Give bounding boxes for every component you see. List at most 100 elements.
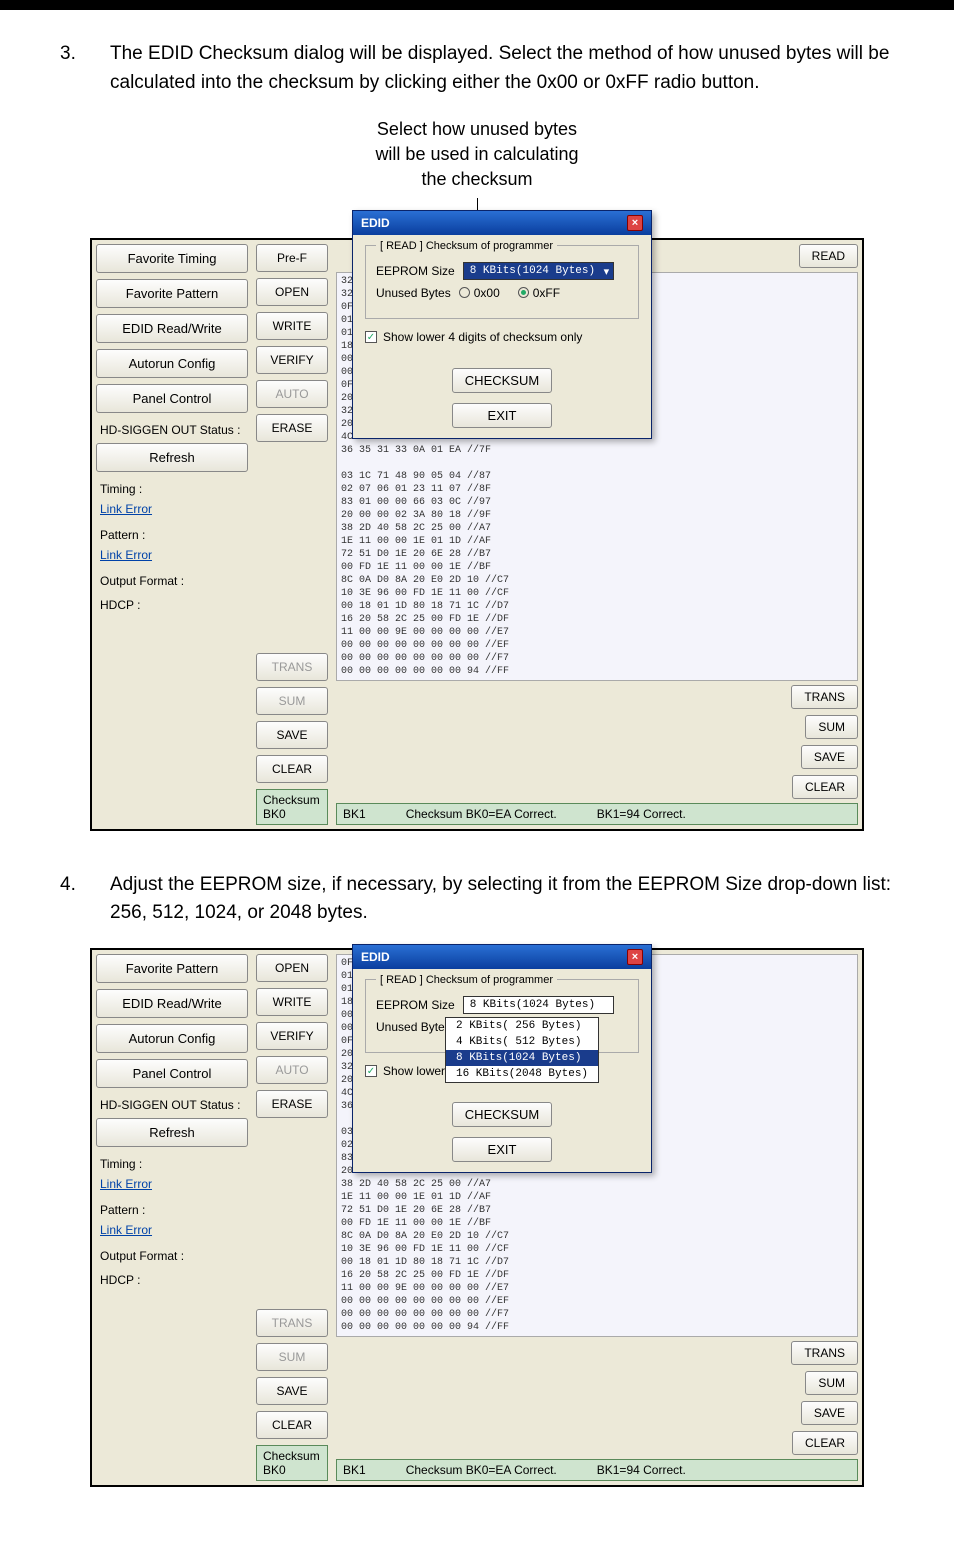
top-border xyxy=(0,0,954,10)
exit-button-2[interactable]: EXIT xyxy=(452,1137,552,1162)
save-button-mid-2[interactable]: SAVE xyxy=(256,1377,328,1405)
caption-line-3: the checksum xyxy=(60,167,894,192)
dropdown-option-256[interactable]: 2 KBits( 256 Bytes) xyxy=(446,1018,598,1034)
status-bk1-label-2: BK1 xyxy=(343,1463,366,1477)
autorun-config-button[interactable]: Autorun Config xyxy=(96,349,248,378)
eeprom-size-dropdown-list[interactable]: 2 KBits( 256 Bytes) 4 KBits( 512 Bytes) … xyxy=(445,1017,599,1083)
link-error-1b[interactable]: Link Error xyxy=(96,1177,248,1193)
pref-button[interactable]: Pre-F xyxy=(256,244,328,272)
show-lower-label-2: Show lower xyxy=(383,1064,445,1078)
save-button-right-2[interactable]: SAVE xyxy=(801,1401,858,1425)
unused-bytes-label-2: Unused Bytes xyxy=(376,1020,451,1034)
link-error-2b[interactable]: Link Error xyxy=(96,1223,248,1239)
sum-button-mid[interactable]: SUM xyxy=(256,687,328,715)
save-button-mid[interactable]: SAVE xyxy=(256,721,328,749)
step-3-text: The EDID Checksum dialog will be display… xyxy=(110,40,894,97)
checksum-button-2[interactable]: CHECKSUM xyxy=(452,1102,552,1127)
step-4: 4. Adjust the EEPROM size, if necessary,… xyxy=(60,871,894,928)
eeprom-size-dropdown[interactable]: 8 KBits(1024 Bytes) xyxy=(463,262,614,280)
status-bk0-left-2: Checksum BK0 xyxy=(256,1445,328,1481)
step-4-number: 4. xyxy=(60,871,110,928)
step-4-text: Adjust the EEPROM size, if necessary, by… xyxy=(110,871,894,928)
dialog-close-button[interactable]: × xyxy=(627,215,643,231)
step-3-number: 3. xyxy=(60,40,110,97)
auto-button-2[interactable]: AUTO xyxy=(256,1056,328,1084)
sum-button-mid-2[interactable]: SUM xyxy=(256,1343,328,1371)
show-lower-checkbox[interactable]: ✓ Show lower 4 digits of checksum only xyxy=(365,330,582,344)
clear-button-mid[interactable]: CLEAR xyxy=(256,755,328,783)
radio-dot-icon xyxy=(459,287,470,298)
clear-button-right[interactable]: CLEAR xyxy=(792,775,858,799)
open-button-2[interactable]: OPEN xyxy=(256,954,328,982)
sum-button-right[interactable]: SUM xyxy=(805,715,858,739)
exit-button[interactable]: EXIT xyxy=(452,403,552,428)
left-sidebar: Favorite Timing Favorite Pattern EDID Re… xyxy=(92,240,252,829)
status-bk1-correct-2: BK1=94 Correct. xyxy=(597,1463,686,1477)
dialog-titlebar-2: EDID × xyxy=(353,945,651,969)
autorun-config-button-2[interactable]: Autorun Config xyxy=(96,1024,248,1053)
dropdown-option-2048[interactable]: 16 KBits(2048 Bytes) xyxy=(446,1066,598,1082)
verify-button[interactable]: VERIFY xyxy=(256,346,328,374)
show-lower-checkbox-2[interactable]: ✓ Show lower xyxy=(365,1064,445,1078)
trans-button-mid[interactable]: TRANS xyxy=(256,653,328,681)
checkbox-icon: ✓ xyxy=(365,331,377,343)
output-format-label-2: Output Format : xyxy=(96,1245,248,1263)
clear-button-mid-2[interactable]: CLEAR xyxy=(256,1411,328,1439)
dialog-body: [ READ ] Checksum of programmer EEPROM S… xyxy=(353,235,651,439)
auto-button[interactable]: AUTO xyxy=(256,380,328,408)
fieldset-legend-2: [ READ ] Checksum of programmer xyxy=(376,974,557,986)
refresh-button[interactable]: Refresh xyxy=(96,443,248,472)
pattern-label-2: Pattern : xyxy=(96,1199,248,1217)
verify-button-2[interactable]: VERIFY xyxy=(256,1022,328,1050)
dialog-titlebar: EDID × xyxy=(353,211,651,235)
caption-unused-bytes: Select how unused bytes will be used in … xyxy=(60,117,894,193)
write-button[interactable]: WRITE xyxy=(256,312,328,340)
trans-button-mid-2[interactable]: TRANS xyxy=(256,1309,328,1337)
erase-button[interactable]: ERASE xyxy=(256,414,328,442)
clear-button-right-2[interactable]: CLEAR xyxy=(792,1431,858,1455)
status-bk0-correct: Checksum BK0=EA Correct. xyxy=(406,807,557,821)
status-bk0-correct-2: Checksum BK0=EA Correct. xyxy=(406,1463,557,1477)
caption-line-1: Select how unused bytes xyxy=(60,117,894,142)
dialog-body-2: [ READ ] Checksum of programmer EEPROM S… xyxy=(353,969,651,1173)
eeprom-size-label: EEPROM Size xyxy=(376,264,455,278)
panel-control-button-2[interactable]: Panel Control xyxy=(96,1059,248,1088)
radio-0x00[interactable]: 0x00 xyxy=(459,286,500,300)
dropdown-option-1024[interactable]: 8 KBits(1024 Bytes) xyxy=(446,1050,598,1066)
dialog-close-button-2[interactable]: × xyxy=(627,949,643,965)
link-error-2[interactable]: Link Error xyxy=(96,548,248,564)
refresh-button-2[interactable]: Refresh xyxy=(96,1118,248,1147)
save-button-right[interactable]: SAVE xyxy=(801,745,858,769)
radio-dot-icon xyxy=(518,287,529,298)
edid-read-write-button[interactable]: EDID Read/Write xyxy=(96,314,248,343)
erase-button-2[interactable]: ERASE xyxy=(256,1090,328,1118)
radio-0xff[interactable]: 0xFF xyxy=(518,286,560,300)
open-button[interactable]: OPEN xyxy=(256,278,328,306)
status-bk1-correct: BK1=94 Correct. xyxy=(597,807,686,821)
favorite-pattern-button-2[interactable]: Favorite Pattern xyxy=(96,954,248,983)
show-lower-label: Show lower 4 digits of checksum only xyxy=(383,330,582,344)
trans-button-right[interactable]: TRANS xyxy=(791,685,858,709)
eeprom-size-row: EEPROM Size 8 KBits(1024 Bytes) xyxy=(376,262,628,280)
write-button-2[interactable]: WRITE xyxy=(256,988,328,1016)
status-bk0-left: Checksum BK0 xyxy=(256,789,328,825)
dropdown-option-512[interactable]: 4 KBits( 512 Bytes) xyxy=(446,1034,598,1050)
sum-button-right-2[interactable]: SUM xyxy=(805,1371,858,1395)
link-error-1[interactable]: Link Error xyxy=(96,502,248,518)
edid-read-write-button-2[interactable]: EDID Read/Write xyxy=(96,989,248,1018)
eeprom-size-dropdown-2[interactable]: 8 KBits(1024 Bytes) xyxy=(463,996,614,1014)
favorite-timing-button[interactable]: Favorite Timing xyxy=(96,244,248,273)
checksum-button[interactable]: CHECKSUM xyxy=(452,368,552,393)
hdcp-label: HDCP : xyxy=(96,594,248,612)
dialog-title-text-2: EDID xyxy=(361,950,390,964)
panel-control-button[interactable]: Panel Control xyxy=(96,384,248,413)
status-row-2: BK1 Checksum BK0=EA Correct. BK1=94 Corr… xyxy=(336,1459,858,1481)
pattern-label: Pattern : xyxy=(96,524,248,542)
edid-checksum-dialog-2: EDID × [ READ ] Checksum of programmer E… xyxy=(352,944,652,1174)
checkbox-icon-2: ✓ xyxy=(365,1065,377,1077)
trans-button-right-2[interactable]: TRANS xyxy=(791,1341,858,1365)
timing-label-2: Timing : xyxy=(96,1153,248,1171)
read-button[interactable]: READ xyxy=(799,244,858,268)
favorite-pattern-button[interactable]: Favorite Pattern xyxy=(96,279,248,308)
unused-bytes-row: Unused Bytes 0x00 0xFF xyxy=(376,286,628,300)
